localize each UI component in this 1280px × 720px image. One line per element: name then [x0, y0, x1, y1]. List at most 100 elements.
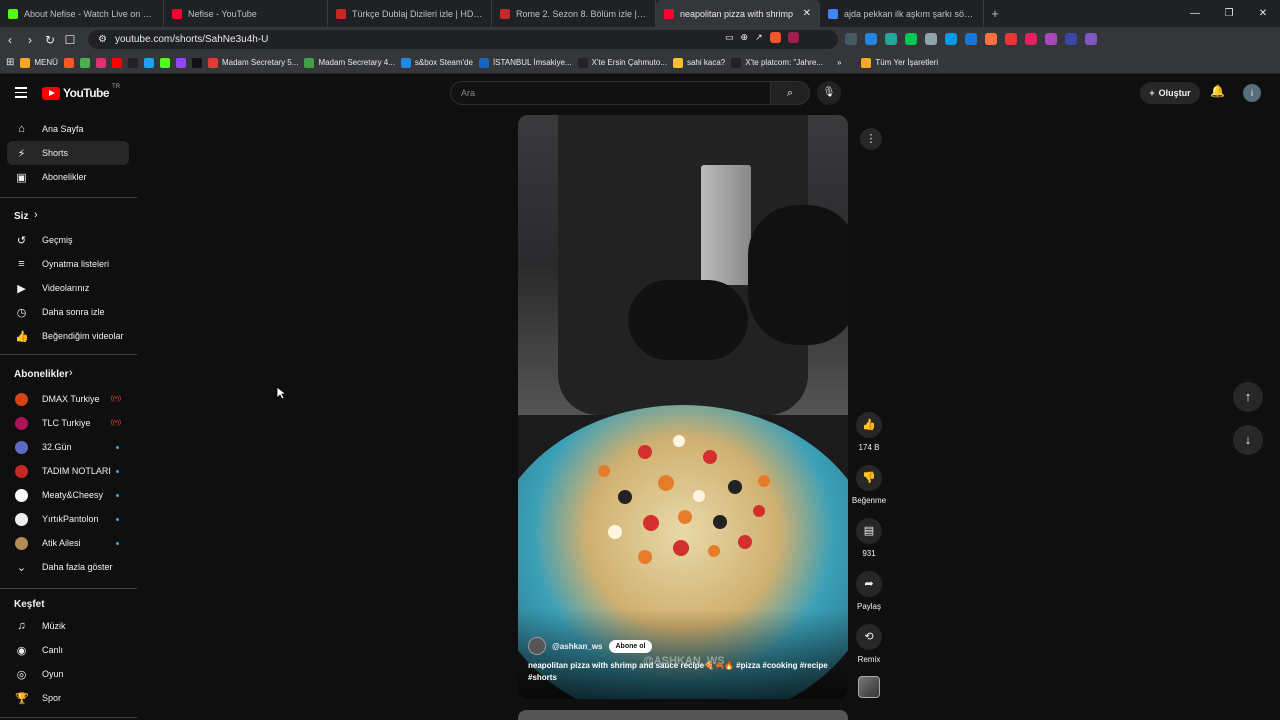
- create-button[interactable]: + Oluştur: [1140, 82, 1200, 104]
- sidebar-item[interactable]: ⌂ Ana Sayfa: [7, 117, 129, 141]
- sidebar-item[interactable]: ↺ Geçmiş: [7, 228, 129, 252]
- channel-avatar[interactable]: [528, 637, 546, 655]
- sidebar-subscription[interactable]: TLC Turkiye ((•)): [7, 411, 129, 435]
- restore-icon[interactable]: ❐: [1212, 0, 1246, 27]
- all-bookmarks-folder[interactable]: Tüm Yer İşaretleri: [861, 57, 938, 68]
- bookmark-item[interactable]: [63, 57, 74, 68]
- browser-tab[interactable]: neapolitan pizza with shrimp ✕: [656, 0, 820, 27]
- tab-close-icon[interactable]: ✕: [803, 8, 811, 19]
- brave-shield-icon[interactable]: [769, 32, 781, 43]
- sound-thumbnail[interactable]: [858, 676, 880, 698]
- more-options-icon[interactable]: ⋮: [860, 128, 882, 150]
- bookmark-page-icon[interactable]: ☐: [60, 33, 80, 47]
- new-tab-button[interactable]: +: [984, 6, 1006, 21]
- sidebar-item[interactable]: ⚡ Shorts: [7, 141, 129, 165]
- bookmark-item[interactable]: [159, 57, 170, 68]
- bookmark-item[interactable]: [143, 57, 154, 68]
- bookmark-item[interactable]: [95, 57, 106, 68]
- bookmark-item[interactable]: Madam Secretary 5...: [207, 57, 298, 68]
- browser-tab[interactable]: Türkçe Dublaj Dizileri izle | HDFilmcel: [328, 0, 492, 27]
- voice-search-icon[interactable]: 🎙: [817, 81, 841, 105]
- sidebar-item[interactable]: ≡ Oynatma listeleri: [7, 252, 129, 276]
- sidebar-item[interactable]: ▣ Abonelikler: [7, 165, 129, 189]
- sidebar-subscription[interactable]: Atik Ailesi: [7, 531, 129, 555]
- next-short-preview[interactable]: [518, 710, 848, 720]
- extension-icon[interactable]: [1005, 33, 1017, 45]
- like-button[interactable]: 👍 174 B: [854, 412, 884, 452]
- share-icon[interactable]: ↗: [755, 32, 763, 43]
- sidebar-item[interactable]: ◉ Canlı: [7, 638, 129, 662]
- sidebar-subscription[interactable]: YırtıkPantolon: [7, 507, 129, 531]
- section-heading-subscriptions[interactable]: Abonelikler: [14, 369, 68, 380]
- avatar[interactable]: i: [1243, 84, 1261, 102]
- sidebar-item[interactable]: ▶ Videolarınız: [7, 276, 129, 300]
- extension-icon[interactable]: [1025, 33, 1037, 45]
- notifications-icon[interactable]: 🔔: [1210, 84, 1225, 98]
- section-heading-you[interactable]: Siz: [14, 211, 28, 222]
- zoom-icon[interactable]: ⊕: [741, 32, 749, 43]
- bookmark-item[interactable]: [191, 57, 202, 68]
- extension-icon[interactable]: [1045, 33, 1057, 45]
- search-button[interactable]: ⌕: [770, 81, 810, 105]
- browser-tab[interactable]: ajda pekkan ilk aşkım şarkı sözleri - G: [820, 0, 984, 27]
- sidebar-subscription[interactable]: Meaty&Cheesy: [7, 483, 129, 507]
- sidebar-item[interactable]: ⌄ Daha fazla göster: [7, 555, 129, 579]
- extension-icon[interactable]: [965, 33, 977, 45]
- cast-icon[interactable]: ▭: [725, 32, 734, 43]
- sidebar-item[interactable]: ◷ Daha sonra izle: [7, 300, 129, 324]
- comments-button[interactable]: ▤ 931: [854, 518, 884, 558]
- sidebar-item[interactable]: ◎ Oyun: [7, 662, 129, 686]
- bookmark-item[interactable]: [79, 57, 90, 68]
- forward-icon[interactable]: ›: [20, 33, 40, 47]
- reload-icon[interactable]: ↻: [40, 33, 60, 47]
- youtube-logo[interactable]: YouTube TR: [42, 84, 120, 100]
- menu-icon[interactable]: [15, 87, 27, 101]
- browser-tab[interactable]: Rome 2. Sezon 8. Bölüm izle | HDFilm: [492, 0, 656, 27]
- back-icon[interactable]: ‹: [0, 33, 20, 47]
- sidebar-subscription[interactable]: TADIM NOTLARI: [7, 459, 129, 483]
- bookmark-item[interactable]: MENÜ: [20, 57, 58, 68]
- extension-icon[interactable]: [945, 33, 957, 45]
- sidebar-item[interactable]: 🏆 Spor: [7, 686, 129, 710]
- short-caption[interactable]: neapolitan pizza with shrimp and sauce r…: [528, 660, 828, 684]
- bookmark-item[interactable]: [111, 57, 122, 68]
- minimize-icon[interactable]: —: [1178, 0, 1212, 27]
- extension-icon[interactable]: [885, 33, 897, 45]
- bookmark-item[interactable]: X'te platcom: "Jahre...: [731, 57, 823, 68]
- browser-tab[interactable]: Nefise - YouTube: [164, 0, 328, 27]
- dislike-button[interactable]: 👎 Beğenme: [852, 465, 886, 505]
- share-button[interactable]: ➦ Paylaş: [854, 571, 884, 611]
- previous-short-button[interactable]: ↑: [1233, 382, 1263, 412]
- extension-icon[interactable]: [1085, 33, 1097, 45]
- short-video-player[interactable]: @ASHKAN_WS @ashkan_ws Abone ol neapolita…: [518, 115, 848, 699]
- apps-grid-icon[interactable]: ⊞: [6, 57, 14, 68]
- extension-icon[interactable]: [845, 33, 857, 45]
- url-text[interactable]: youtube.com/shorts/SahNe3u4h-U: [115, 34, 268, 45]
- extension-icon[interactable]: [905, 33, 917, 45]
- remix-button[interactable]: ⟲ Remix: [854, 624, 884, 664]
- browser-tab[interactable]: About Nefise - Watch Live on Kick: [0, 0, 164, 27]
- extension-icon[interactable]: [1065, 33, 1077, 45]
- rewards-icon[interactable]: [787, 32, 799, 43]
- bookmarks-overflow-icon[interactable]: »: [837, 58, 841, 67]
- bookmark-item[interactable]: X'te Ersin Çahmuto...: [577, 57, 667, 68]
- close-window-icon[interactable]: ✕: [1246, 0, 1280, 27]
- subscribe-button[interactable]: Abone ol: [608, 639, 653, 653]
- bookmark-item[interactable]: s&box Steam'de: [400, 57, 473, 68]
- next-short-button[interactable]: ↓: [1233, 425, 1263, 455]
- channel-name[interactable]: @ashkan_ws: [552, 642, 603, 651]
- site-info-icon[interactable]: ⚙: [98, 34, 107, 45]
- bookmark-item[interactable]: [175, 57, 186, 68]
- sidebar-subscription[interactable]: 32.Gün: [7, 435, 129, 459]
- search-input[interactable]: Ara: [450, 81, 770, 105]
- sidebar-item[interactable]: ♫ Müzik: [7, 614, 129, 638]
- extension-icon[interactable]: [865, 33, 877, 45]
- extension-icon[interactable]: [925, 33, 937, 45]
- extension-icon[interactable]: [985, 33, 997, 45]
- sidebar-subscription[interactable]: DMAX Turkiye ((•)): [7, 387, 129, 411]
- bookmark-item[interactable]: Madam Secretary 4...: [304, 57, 395, 68]
- sidebar-item[interactable]: 👍 Beğendiğim videolar: [7, 324, 129, 348]
- bookmark-item[interactable]: [127, 57, 138, 68]
- bookmark-item[interactable]: sahi kaca?: [672, 57, 725, 68]
- bookmark-item[interactable]: İSTANBUL İmsakiye...: [478, 57, 572, 68]
